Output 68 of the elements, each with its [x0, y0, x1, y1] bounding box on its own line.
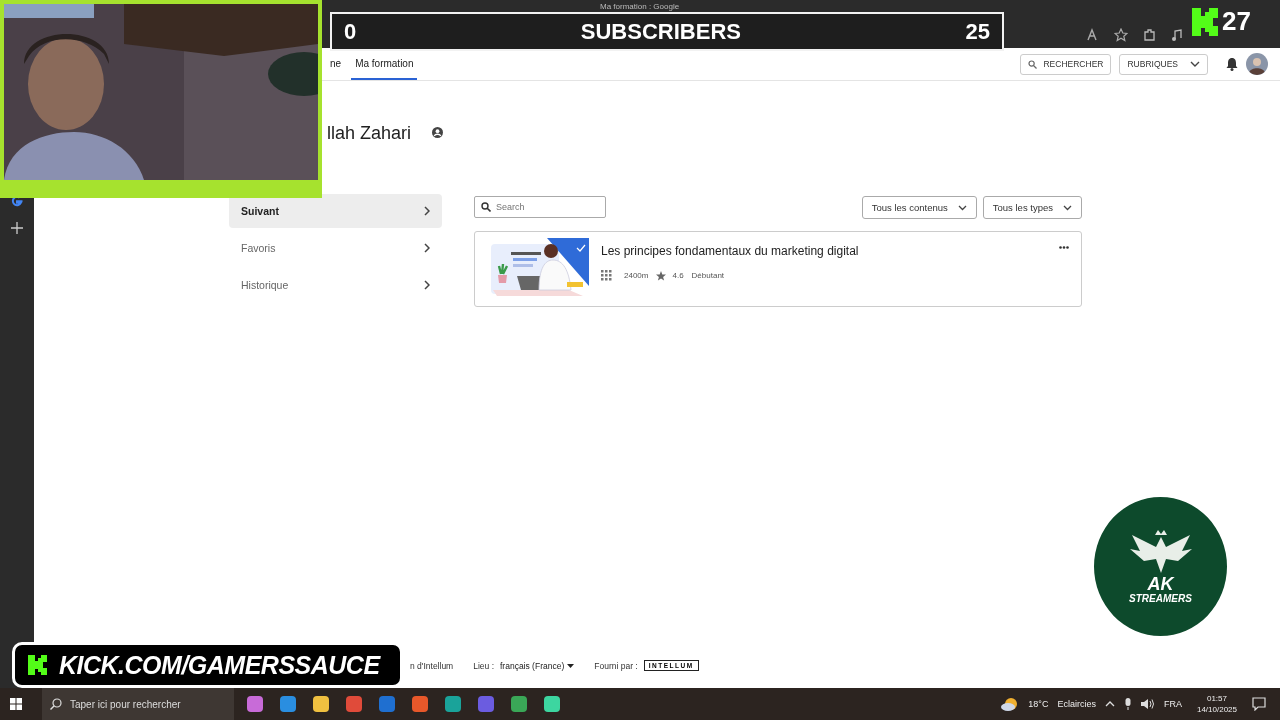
bell-icon[interactable] [1226, 57, 1238, 71]
weather-icon [1001, 696, 1020, 712]
chevron-right-icon [424, 243, 430, 253]
clock-time[interactable]: 01:57 [1206, 693, 1227, 704]
app-icon[interactable] [312, 695, 330, 713]
footer-text: n d'Intellum [410, 660, 454, 671]
subscriber-count: 0 [344, 18, 357, 45]
grid-icon [601, 270, 612, 281]
app-icon[interactable] [543, 695, 561, 713]
course-title[interactable]: Les principes fondamentaux du marketing digital [601, 244, 1047, 258]
caret-icon [567, 663, 575, 668]
sidebar-item[interactable]: Favoris [229, 231, 442, 265]
app-icon[interactable] [246, 695, 264, 713]
course-card[interactable]: Les principes fondamentaux du marketing digital 2400m 4.6 Débutant [474, 231, 1082, 307]
music-icon[interactable] [1170, 28, 1184, 42]
subscriber-label: SUBSCRIBERS [580, 18, 741, 45]
window-title: Ma formation : Google [600, 2, 680, 11]
app-icon[interactable] [510, 695, 528, 713]
user-icon [432, 127, 444, 138]
sections-dropdown[interactable]: RUBRIQUES [1119, 53, 1208, 75]
star-icon[interactable] [1114, 28, 1128, 42]
microphone-icon[interactable] [1123, 698, 1132, 710]
app-icon[interactable] [444, 695, 462, 713]
clock-date[interactable]: 14/10/2025 [1196, 704, 1237, 715]
subscriber-goal: 25 [965, 18, 990, 45]
add-icon[interactable] [11, 222, 23, 234]
app-icon[interactable] [345, 695, 363, 713]
nav-tab[interactable]: ne [326, 48, 346, 80]
viewer-count: 27 [1222, 6, 1251, 37]
avatar-icon[interactable] [1246, 53, 1268, 75]
chevron-right-icon [424, 206, 430, 216]
search-icon [50, 698, 62, 710]
sidebar-item[interactable]: Suivant [229, 194, 442, 228]
duration-text: 2400m [624, 271, 649, 280]
speaker-icon[interactable] [1140, 698, 1155, 710]
kick-logo-icon [1192, 7, 1218, 36]
notification-icon[interactable] [1252, 697, 1266, 711]
level-text: Débutant [691, 271, 725, 280]
chevron-right-icon [424, 280, 430, 290]
windows-icon[interactable] [10, 698, 22, 710]
weather-text: Eclaircies [1057, 699, 1096, 709]
temperature-text: 18°C [1028, 699, 1049, 709]
search-button[interactable]: RECHERCHER [1020, 53, 1112, 75]
filter-dropdown[interactable]: Tous les types [982, 196, 1082, 219]
logo-subtitle: STREAMERS [1129, 593, 1192, 604]
location-label: Lieu : [473, 660, 494, 671]
chevron-down-icon [1190, 61, 1200, 67]
app-icon[interactable] [279, 695, 297, 713]
provider-label: Fourni par : [594, 660, 638, 671]
chevron-down-icon [957, 204, 967, 211]
logo-text: AK [1147, 575, 1174, 593]
rating-text: 4.6 [672, 271, 684, 280]
chevron-up-icon[interactable] [1104, 701, 1115, 707]
profile-name: llah Zahari [327, 122, 412, 144]
more-icon[interactable] [1059, 246, 1069, 249]
extension-icon[interactable] [1142, 28, 1156, 42]
star-icon [656, 270, 667, 281]
language-dropdown[interactable]: français (France) [500, 660, 575, 671]
search-icon [1028, 59, 1038, 69]
app-icon[interactable] [411, 695, 429, 713]
language-indicator[interactable]: FRA [1163, 699, 1182, 709]
read-aloud-icon[interactable] [1086, 28, 1100, 42]
search-field[interactable]: Search [474, 196, 606, 218]
taskbar-search[interactable]: Taper ici pour rechercher [42, 688, 234, 720]
channel-url: KICK.COM/GAMERSSAUCE [59, 650, 380, 680]
filter-dropdown[interactable]: Tous les contenus [861, 196, 977, 219]
chevron-down-icon [1063, 204, 1072, 211]
sidebar-item[interactable]: Historique [229, 268, 442, 302]
